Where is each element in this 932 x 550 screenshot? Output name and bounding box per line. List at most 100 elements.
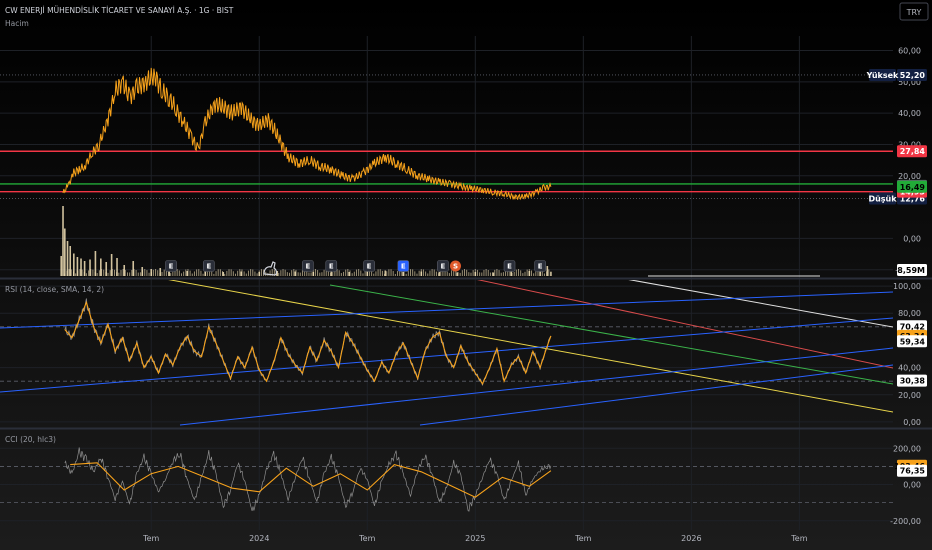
volume-bar	[101, 269, 103, 276]
volume-bar	[481, 272, 483, 276]
rsi-value-badge[interactable]: 30,38	[897, 374, 927, 387]
volume-bar	[518, 269, 520, 276]
chart-title: CW ENERJİ MÜHENDİSLİK TİCARET VE SANAYİ …	[5, 6, 234, 15]
volume-bar	[308, 272, 310, 276]
volume-bar	[397, 271, 399, 276]
cci-value-badge[interactable]: 76,35	[897, 464, 927, 477]
volume-bar	[252, 269, 254, 276]
volume-badge[interactable]: 8,59M	[897, 264, 927, 276]
y-tick-label: -200,00	[890, 517, 921, 526]
volume-bar	[278, 272, 280, 276]
y-tick-label: 0,00	[903, 418, 921, 427]
volume-bar	[377, 269, 379, 276]
x-tick-label: Tem	[142, 534, 159, 543]
volume-bar	[213, 273, 215, 276]
earnings-event-marker[interactable]: E	[325, 260, 338, 272]
volume-bar	[88, 270, 90, 276]
volume-bar	[94, 271, 96, 276]
volume-label: Hacim	[5, 19, 29, 28]
rsi-label: RSI (14, close, SMA, 14, 2)	[5, 285, 104, 294]
volume-bar	[291, 270, 293, 276]
y-tick-label: 40,00	[898, 364, 921, 373]
y-tick-label: 60,00	[898, 47, 921, 56]
volume-bar	[355, 269, 357, 276]
earnings-event-marker[interactable]: E	[302, 260, 314, 272]
volume-bar	[295, 269, 297, 276]
volume-bar	[124, 269, 126, 276]
volume-bar	[323, 269, 325, 276]
volume-bar	[77, 270, 79, 276]
volume-bar	[386, 271, 388, 276]
volume-bar	[237, 270, 239, 276]
volume-bar	[483, 269, 485, 276]
volume-bar	[496, 269, 498, 276]
volume-bar	[394, 273, 396, 276]
earnings-event-marker[interactable]: E	[503, 260, 516, 272]
high-price-badge[interactable]: 52,20	[897, 68, 927, 81]
event-badge-letter: E	[329, 263, 334, 271]
volume-bar	[314, 269, 316, 276]
volume-bar	[282, 269, 284, 276]
volume-bar	[470, 272, 472, 276]
volume-bar	[135, 270, 137, 276]
volume-bar	[64, 228, 66, 276]
volume-bar	[137, 272, 139, 276]
chart-canvas[interactable]: EEEEEEESEE 60,0050,0040,0030,0020,000,00…	[0, 0, 932, 550]
volume-bar	[435, 271, 437, 276]
volume-bar	[64, 273, 66, 276]
earnings-event-marker[interactable]: S	[450, 260, 462, 272]
volume-bar	[502, 272, 504, 276]
y-tick-label: 40,00	[898, 109, 921, 118]
volume-bar	[176, 269, 178, 276]
currency-label: TRY	[906, 8, 922, 17]
cci-value-badge-text: 76,35	[900, 467, 926, 476]
volume-bar	[472, 270, 474, 276]
volume-bar	[150, 272, 152, 276]
rsi-value-badge-text: 30,38	[900, 377, 926, 386]
volume-bar	[351, 273, 353, 276]
earnings-event-marker[interactable]: E	[437, 260, 449, 272]
volume-bar	[239, 269, 241, 276]
volume-bar	[319, 272, 321, 276]
volume-bar	[422, 269, 424, 276]
earnings-event-marker[interactable]: E	[203, 260, 215, 272]
volume-bar	[299, 272, 301, 276]
volume-bar	[343, 271, 345, 276]
volume-bar	[412, 269, 414, 276]
volume-bar	[451, 270, 453, 276]
volume-bar	[375, 271, 377, 276]
volume-bar	[466, 269, 468, 276]
volume-bar	[152, 269, 154, 276]
volume-bar	[178, 270, 180, 276]
volume-bar	[118, 272, 120, 276]
volume-bar	[459, 272, 461, 276]
volume-bar	[543, 273, 545, 276]
volume-bar	[234, 273, 236, 276]
volume-bar	[131, 269, 133, 276]
volume-bar	[289, 272, 291, 276]
earnings-event-marker[interactable]: E	[397, 260, 410, 272]
volume-bar	[390, 269, 392, 276]
event-badge-letter: E	[538, 263, 543, 271]
last-price-badge[interactable]: 16,49	[897, 180, 927, 193]
volume-bar	[280, 270, 282, 276]
currency-button[interactable]: TRY	[899, 2, 929, 21]
volume-bar	[215, 271, 217, 276]
volume-bar	[522, 273, 524, 276]
volume-bar	[407, 270, 409, 276]
volume-bar	[321, 272, 323, 276]
volume-bar	[129, 272, 131, 276]
volume-bar	[364, 271, 366, 276]
earnings-event-marker[interactable]: E	[363, 260, 375, 272]
volume-bar	[500, 272, 502, 276]
volume-bar	[243, 271, 245, 276]
event-badge-letter: E	[441, 263, 446, 271]
earnings-event-marker[interactable]: E	[534, 260, 546, 272]
volume-bar	[200, 270, 202, 276]
earnings-event-marker[interactable]: E	[165, 260, 177, 272]
volume-bar	[474, 269, 476, 276]
rsi-value-badge[interactable]: 59,34	[897, 335, 927, 348]
x-tick-label: 2026	[681, 534, 701, 543]
level-price-badge[interactable]: 27,84	[897, 145, 927, 158]
volume-bar	[414, 271, 416, 276]
